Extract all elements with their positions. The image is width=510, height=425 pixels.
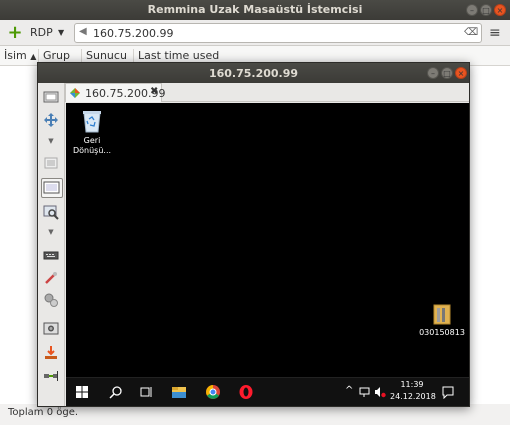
tray-chevron-icon[interactable]: ^: [345, 385, 353, 396]
clock-date[interactable]: 24.12.2018: [390, 392, 436, 401]
remote-titlebar: 160.75.200.99 – □ ×: [38, 63, 469, 83]
preferences-icon[interactable]: [43, 270, 59, 286]
tools-icon[interactable]: [43, 292, 59, 308]
maximize-button[interactable]: □: [480, 4, 492, 16]
volume-muted-icon[interactable]: [374, 386, 386, 398]
column-last-used[interactable]: Last time used: [133, 49, 219, 63]
tab-close-icon[interactable]: ✖: [150, 86, 158, 97]
task-view-icon[interactable]: [138, 384, 154, 400]
column-name[interactable]: İsim ▲: [0, 49, 36, 63]
column-group[interactable]: Grup: [38, 49, 70, 63]
auto-fit-icon[interactable]: [43, 155, 59, 171]
close-button[interactable]: ×: [494, 4, 506, 16]
folder-label: 030150813: [419, 328, 465, 337]
remote-maximize-button[interactable]: □: [441, 67, 453, 79]
screenshot-icon[interactable]: [43, 320, 59, 336]
file-explorer-icon[interactable]: [171, 384, 187, 400]
notifications-icon[interactable]: [441, 385, 455, 399]
clear-icon[interactable]: ⌫: [464, 27, 478, 39]
remmina-icon: [70, 88, 80, 98]
remote-desktop[interactable]: Geri Dönüşü... 030150813 ^ 11:39 24.12.2…: [66, 103, 469, 406]
chevron-down-icon: ▼: [58, 28, 65, 37]
protocol-label: RDP: [30, 26, 53, 39]
window-title: Remmina Uzak Masaüstü İstemcisi: [147, 3, 363, 16]
hamburger-menu-icon[interactable]: ≡: [489, 24, 501, 42]
remote-taskbar: ^ 11:39 24.12.2018: [66, 377, 469, 406]
folder-icon: [433, 304, 451, 325]
search-icon[interactable]: [108, 384, 124, 400]
scaled-mode-icon[interactable]: [41, 178, 63, 198]
chrome-icon[interactable]: [205, 384, 221, 400]
recycle-bin[interactable]: Geri Dönüşü...: [72, 109, 112, 156]
recycle-bin-icon: [83, 111, 101, 133]
column-server[interactable]: Sunucu: [81, 49, 127, 63]
remote-title: 160.75.200.99: [208, 67, 299, 80]
dropdown-icon[interactable]: ▼: [43, 137, 59, 153]
status-bar: Toplam 0 öge.: [8, 407, 79, 418]
protocol-select[interactable]: RDP ▼: [30, 24, 70, 42]
resize-window-icon[interactable]: [43, 89, 59, 105]
disconnect-icon[interactable]: [43, 368, 59, 384]
dropdown-icon-2[interactable]: ▼: [43, 228, 59, 244]
minimize-button[interactable]: –: [466, 4, 478, 16]
recycle-bin-label-1: Geri: [83, 136, 101, 145]
folder-item[interactable]: 030150813: [416, 303, 468, 338]
address-input[interactable]: ◀ 160.75.200.99 ⌫: [74, 23, 482, 43]
connect-icon: ◀: [79, 26, 87, 37]
network-icon[interactable]: [359, 386, 371, 398]
remote-close-button[interactable]: ×: [455, 67, 467, 79]
start-icon[interactable]: [74, 384, 90, 400]
remote-toolbar: ▼ ▼: [38, 83, 65, 406]
remote-minimize-button[interactable]: –: [427, 67, 439, 79]
plus-icon[interactable]: +: [6, 24, 24, 42]
toggle-fullscreen-icon[interactable]: [43, 112, 59, 128]
opera-icon[interactable]: [238, 384, 254, 400]
main-titlebar: Remmina Uzak Masaüstü İstemcisi – □ ×: [0, 0, 510, 20]
remote-window: 160.75.200.99 – □ × ▼ ▼ 160.75.200.99 ✖: [37, 62, 470, 407]
keyboard-grab-icon[interactable]: [43, 247, 59, 263]
tab-bar: 160.75.200.99 ✖: [65, 83, 469, 102]
tab-connection[interactable]: 160.75.200.99 ✖: [65, 83, 165, 102]
zoom-icon[interactable]: [43, 204, 59, 220]
address-value: 160.75.200.99: [93, 27, 174, 40]
clock-time[interactable]: 11:39: [394, 380, 430, 389]
toolbar: + RDP ▼ ◀ 160.75.200.99 ⌫ ≡: [0, 20, 510, 46]
recycle-bin-label-2: Dönüşü...: [72, 146, 112, 155]
minimize-icon[interactable]: [43, 344, 59, 360]
